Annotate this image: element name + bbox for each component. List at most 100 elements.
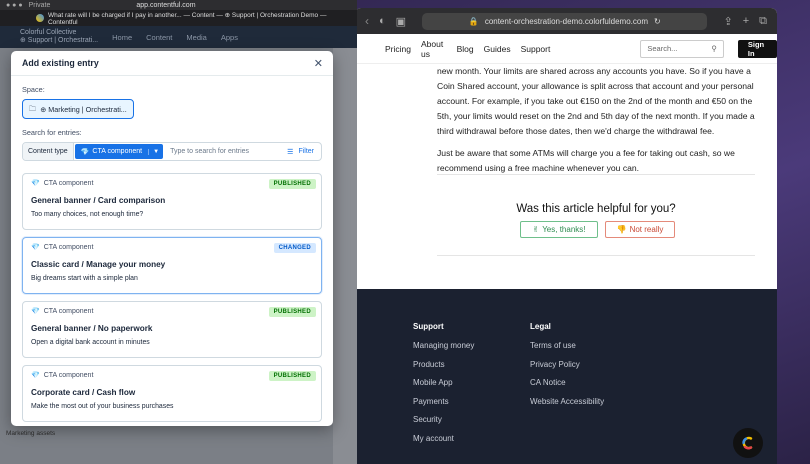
footer-link[interactable]: Terms of use bbox=[530, 341, 604, 350]
entry-description: Make the most out of your business purch… bbox=[31, 403, 174, 410]
site-footer: Support Managing money Products Mobile A… bbox=[355, 289, 777, 464]
space-selector-button[interactable]: 🗀 ⊕ Marketing | Orchestrati... bbox=[22, 99, 134, 119]
chevron-down-icon[interactable]: ▼ bbox=[148, 148, 159, 155]
thumbs-up-icon: ✌ bbox=[532, 225, 540, 234]
sidebar-icon[interactable]: ▣ bbox=[396, 15, 406, 28]
search-icon[interactable]: ⚲ bbox=[711, 44, 717, 53]
entry-search-input[interactable]: Type to search for entries bbox=[163, 148, 287, 155]
org-name: Colorful Collective bbox=[20, 29, 77, 36]
browser-toolbar: ● ● ● Private app.contentful.com bbox=[0, 0, 357, 10]
nav-apps[interactable]: Apps bbox=[221, 33, 238, 42]
helpful-question: Was this article helpful for you? bbox=[516, 203, 676, 215]
entry-card[interactable]: 💎 CTA component PUBLISHED General banner … bbox=[22, 173, 322, 230]
preview-browser-window: ‹ ◐ ▣ 🔒 content-orchestration-demo.color… bbox=[355, 8, 777, 464]
folder-icon: 🗀 bbox=[29, 103, 37, 113]
article-paragraph: new month. Your limits are shared across… bbox=[437, 66, 755, 136]
space-label: Space: bbox=[22, 85, 45, 94]
search-label: Search for entries: bbox=[22, 128, 82, 137]
site-search-input[interactable]: Search... ⚲ bbox=[640, 39, 724, 58]
nav-home[interactable]: Home bbox=[112, 33, 132, 42]
sign-in-button[interactable]: Sign In bbox=[737, 39, 777, 58]
footer-support-column: Support Managing money Products Mobile A… bbox=[413, 322, 474, 452]
divider bbox=[437, 174, 755, 175]
nav-content[interactable]: Content bbox=[146, 33, 172, 42]
content-type-label: Content type bbox=[23, 143, 74, 160]
gem-icon: 💎 bbox=[31, 308, 40, 315]
shield-icon[interactable]: ◐ bbox=[379, 15, 386, 27]
footer-link[interactable]: Privacy Policy bbox=[530, 360, 604, 369]
status-badge: PUBLISHED bbox=[268, 371, 316, 381]
tabs-overview-icon[interactable]: ⧉ bbox=[759, 15, 767, 28]
back-icon[interactable]: ‹ bbox=[365, 14, 369, 28]
article-body: new month. Your limits are shared across… bbox=[437, 64, 757, 183]
nav-about-us[interactable]: About us bbox=[421, 39, 447, 59]
footer-link[interactable]: Payments bbox=[413, 397, 474, 406]
gem-icon: 💎 bbox=[80, 148, 90, 156]
browser-tab[interactable]: What rate will I be charged if I pay in … bbox=[0, 10, 357, 26]
window-controls[interactable]: ● ● ● bbox=[6, 2, 23, 9]
address-bar[interactable]: 🔒 content-orchestration-demo.colorfuldem… bbox=[422, 12, 708, 30]
feedback-yes-button[interactable]: ✌ Yes, thanks! bbox=[520, 221, 598, 238]
contentful-logo-icon[interactable] bbox=[733, 428, 763, 458]
entry-type-label: CTA component bbox=[43, 243, 94, 251]
footer-link[interactable]: Products bbox=[413, 360, 474, 369]
private-label: Private bbox=[28, 1, 51, 9]
footer-link[interactable]: CA Notice bbox=[530, 378, 604, 387]
address-url[interactable]: app.contentful.com bbox=[136, 2, 195, 9]
filter-label: Filter bbox=[298, 148, 314, 155]
new-tab-icon[interactable]: + bbox=[743, 15, 749, 27]
content-type-value: CTA component bbox=[92, 148, 143, 155]
space-switcher[interactable]: Colorful Collective ⊕ Support | Orchestr… bbox=[20, 29, 98, 45]
nav-blog[interactable]: Blog bbox=[457, 44, 474, 54]
footer-link[interactable]: Managing money bbox=[413, 341, 474, 350]
filter-button[interactable]: ☰ Filter bbox=[287, 148, 321, 156]
contentful-browser-window: ● ● ● Private app.contentful.com What ra… bbox=[0, 0, 357, 464]
content-type-filter-pill[interactable]: 💎 CTA component ▼ bbox=[74, 144, 164, 159]
entry-title: General banner / No paperwork bbox=[31, 324, 153, 333]
footer-link[interactable]: My account bbox=[413, 434, 474, 443]
gem-icon: 💎 bbox=[31, 180, 40, 187]
close-icon[interactable]: ✕ bbox=[314, 57, 323, 70]
site-navigation: Pricing About us Blog Guides Support Sea… bbox=[355, 34, 777, 64]
status-badge: PUBLISHED bbox=[268, 179, 316, 189]
reload-icon[interactable]: ↻ bbox=[654, 17, 661, 26]
entry-card[interactable]: 💎 CTA component CHANGED Classic card / Ma… bbox=[22, 237, 322, 294]
entry-content-type: 💎 CTA component bbox=[31, 243, 313, 252]
entry-type-label: CTA component bbox=[43, 179, 94, 187]
status-badge: PUBLISHED bbox=[268, 307, 316, 317]
nav-pricing[interactable]: Pricing bbox=[385, 44, 411, 54]
feedback-no-button[interactable]: 👎 Not really bbox=[605, 221, 675, 238]
browser-toolbar: ‹ ◐ ▣ 🔒 content-orchestration-demo.color… bbox=[355, 8, 777, 34]
entry-type-label: CTA component bbox=[43, 307, 94, 315]
lock-icon: 🔒 bbox=[468, 16, 479, 26]
footer-support-title: Support bbox=[413, 322, 444, 331]
gem-icon: 💎 bbox=[31, 372, 40, 379]
entry-type-label: CTA component bbox=[43, 371, 94, 379]
entry-card[interactable]: 💎 CTA component PUBLISHED General banner … bbox=[22, 301, 322, 358]
entry-title: Corporate card / Cash flow bbox=[31, 388, 136, 397]
nav-support[interactable]: Support bbox=[521, 44, 551, 54]
footer-legal-title: Legal bbox=[530, 322, 551, 331]
nav-guides[interactable]: Guides bbox=[484, 44, 511, 54]
share-icon[interactable]: ⇪ bbox=[723, 15, 732, 28]
entry-list: 💎 CTA component PUBLISHED General banner … bbox=[22, 173, 322, 422]
tab-title: What rate will I be charged if I pay in … bbox=[47, 11, 327, 26]
feedback-no-label: Not really bbox=[629, 225, 664, 234]
entry-title: Classic card / Manage your money bbox=[31, 260, 166, 269]
background-section-label: Marketing assets bbox=[6, 430, 56, 437]
address-url: content-orchestration-demo.colorfuldemo.… bbox=[484, 16, 648, 26]
contentful-favicon-icon bbox=[36, 14, 44, 22]
status-badge: CHANGED bbox=[273, 243, 316, 253]
divider bbox=[437, 255, 755, 256]
article-paragraph: Just be aware that some ATMs will charge… bbox=[437, 148, 735, 173]
footer-link[interactable]: Website Accessibility bbox=[530, 397, 604, 406]
space-name: ⊕ Support | Orchestrati... bbox=[20, 37, 99, 44]
space-value: ⊕ Marketing | Orchestrati... bbox=[40, 104, 127, 114]
footer-link[interactable]: Security bbox=[413, 415, 474, 424]
modal-body: Space: 🗀 ⊕ Marketing | Orchestrati... Se… bbox=[11, 76, 333, 426]
thumbs-down-icon: 👎 bbox=[616, 225, 627, 234]
entry-card[interactable]: 💎 CTA component PUBLISHED Corporate card … bbox=[22, 365, 322, 422]
nav-media[interactable]: Media bbox=[186, 33, 206, 42]
entry-description: Open a digital bank account in minutes bbox=[31, 339, 150, 346]
footer-link[interactable]: Mobile App bbox=[413, 378, 474, 387]
